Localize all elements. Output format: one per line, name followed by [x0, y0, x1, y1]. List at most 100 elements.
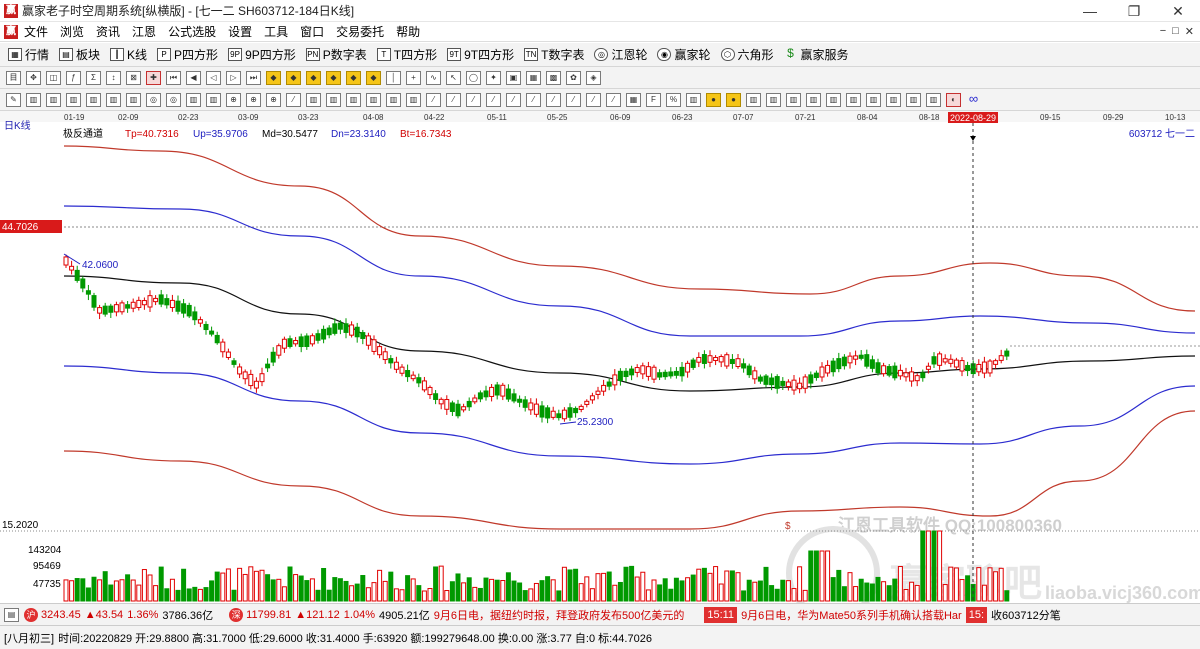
candle[interactable] — [545, 407, 551, 419]
candle[interactable] — [561, 409, 567, 420]
news-ticker-1[interactable]: 9月6日电，据纽约时报，拜登政府发布500亿美元的 — [434, 607, 685, 623]
candle[interactable] — [645, 366, 651, 377]
candle[interactable] — [377, 346, 383, 356]
candle[interactable] — [433, 393, 439, 400]
bars-icon[interactable]: ▥ — [406, 92, 421, 107]
candle[interactable] — [360, 332, 366, 339]
cursor-icon[interactable]: ↖ — [446, 70, 461, 85]
candle[interactable] — [141, 300, 147, 306]
candle[interactable] — [388, 358, 394, 364]
candle[interactable] — [130, 301, 136, 309]
toolbar-t-square-button[interactable]: T T四方形 — [376, 46, 437, 63]
coin-icon[interactable]: ● — [726, 92, 741, 107]
candle[interactable] — [937, 353, 943, 366]
candle[interactable] — [181, 303, 187, 314]
candle[interactable] — [108, 305, 114, 313]
candle[interactable] — [830, 360, 836, 373]
candle[interactable] — [265, 363, 271, 369]
calendar-icon[interactable]: ▦ — [526, 70, 541, 85]
candle[interactable] — [343, 323, 349, 333]
toolbar-kline-button[interactable]: ┃ K线 — [110, 46, 147, 63]
diamond-icon[interactable]: ◆ — [266, 70, 281, 85]
candle[interactable] — [718, 356, 724, 363]
candle[interactable] — [836, 358, 842, 370]
bars-icon[interactable]: ▥ — [346, 92, 361, 107]
toolbar-9p-square-button[interactable]: 9P 9P四方形 — [228, 46, 296, 63]
candle[interactable] — [477, 392, 483, 400]
maximize-button[interactable]: ❐ — [1112, 0, 1156, 22]
grid-icon[interactable]: ▤ — [4, 607, 19, 622]
bars-icon[interactable]: ▥ — [206, 92, 221, 107]
candle[interactable] — [875, 362, 881, 374]
bars-icon[interactable]: ▥ — [686, 92, 701, 107]
bars-icon[interactable]: ▥ — [126, 92, 141, 107]
candle[interactable] — [80, 278, 86, 289]
candle[interactable] — [914, 375, 920, 382]
candle[interactable] — [780, 380, 786, 386]
target-icon[interactable]: ⊕ — [266, 92, 281, 107]
candle[interactable] — [410, 374, 416, 380]
candle[interactable] — [214, 334, 220, 344]
candle[interactable] — [192, 311, 198, 321]
candle[interactable] — [892, 365, 898, 379]
candle[interactable] — [965, 365, 971, 372]
candle[interactable] — [399, 366, 405, 374]
candle[interactable] — [97, 307, 103, 314]
toolbar-9t-square-button[interactable]: 9T 9T四方形 — [447, 46, 514, 63]
candle[interactable] — [102, 305, 108, 315]
minimize-button[interactable]: — — [1068, 0, 1112, 22]
candle[interactable] — [925, 365, 931, 370]
slash-icon[interactable]: ⁄ — [446, 92, 461, 107]
candle[interactable] — [987, 360, 993, 374]
toolbar-p-square-button[interactable]: P P四方形 — [157, 46, 218, 63]
first-icon[interactable]: ⏮ — [166, 70, 181, 85]
bars-icon[interactable]: ▥ — [806, 92, 821, 107]
table-icon[interactable]: ▦ — [626, 92, 641, 107]
candle[interactable] — [629, 368, 635, 376]
candle[interactable] — [444, 399, 450, 410]
candle[interactable] — [791, 379, 797, 391]
bars-icon[interactable]: ▥ — [846, 92, 861, 107]
candle[interactable] — [724, 354, 730, 367]
candle[interactable] — [813, 372, 819, 379]
bars-icon[interactable]: ▥ — [866, 92, 881, 107]
bars-icon[interactable]: ▥ — [926, 92, 941, 107]
candle[interactable] — [125, 304, 131, 309]
candle[interactable] — [231, 360, 237, 365]
candle[interactable] — [511, 393, 517, 402]
candle[interactable] — [612, 374, 618, 386]
candle[interactable] — [931, 356, 937, 365]
candle[interactable] — [841, 356, 847, 367]
menu-formula[interactable]: 公式选股 — [168, 23, 216, 40]
candle[interactable] — [494, 384, 500, 396]
slash-icon[interactable]: ⁄ — [606, 92, 621, 107]
candle[interactable] — [153, 297, 159, 303]
candle[interactable] — [489, 386, 495, 397]
bars-icon[interactable]: ▥ — [46, 92, 61, 107]
candle[interactable] — [237, 366, 243, 375]
candle[interactable] — [998, 355, 1004, 361]
bars-icon[interactable]: ▥ — [386, 92, 401, 107]
candle[interactable] — [959, 360, 965, 372]
candle[interactable] — [757, 376, 763, 382]
candle[interactable] — [679, 366, 685, 377]
candle[interactable] — [326, 327, 332, 336]
candle[interactable] — [505, 388, 511, 400]
candle[interactable] — [981, 361, 987, 374]
diamond-icon[interactable]: ◆ — [326, 70, 341, 85]
save-icon[interactable]: ▣ — [506, 70, 521, 85]
close-button[interactable]: ✕ — [1156, 0, 1200, 22]
candle[interactable] — [825, 364, 831, 374]
diamond-icon[interactable]: ◆ — [306, 70, 321, 85]
candle[interactable] — [337, 322, 343, 330]
candle[interactable] — [746, 365, 752, 376]
toolbar-hexagon-button[interactable]: ⬡ 六角形 — [720, 46, 774, 63]
menu-info[interactable]: 资讯 — [96, 23, 120, 40]
candle[interactable] — [651, 366, 657, 380]
bars-icon[interactable]: ▥ — [886, 92, 901, 107]
candle[interactable] — [763, 375, 769, 385]
candle[interactable] — [365, 335, 371, 346]
toolbar-p-table-button[interactable]: PN P数字表 — [305, 46, 367, 63]
slash-icon[interactable]: ⁄ — [466, 92, 481, 107]
mdi-close-button[interactable]: ✕ — [1185, 25, 1194, 38]
